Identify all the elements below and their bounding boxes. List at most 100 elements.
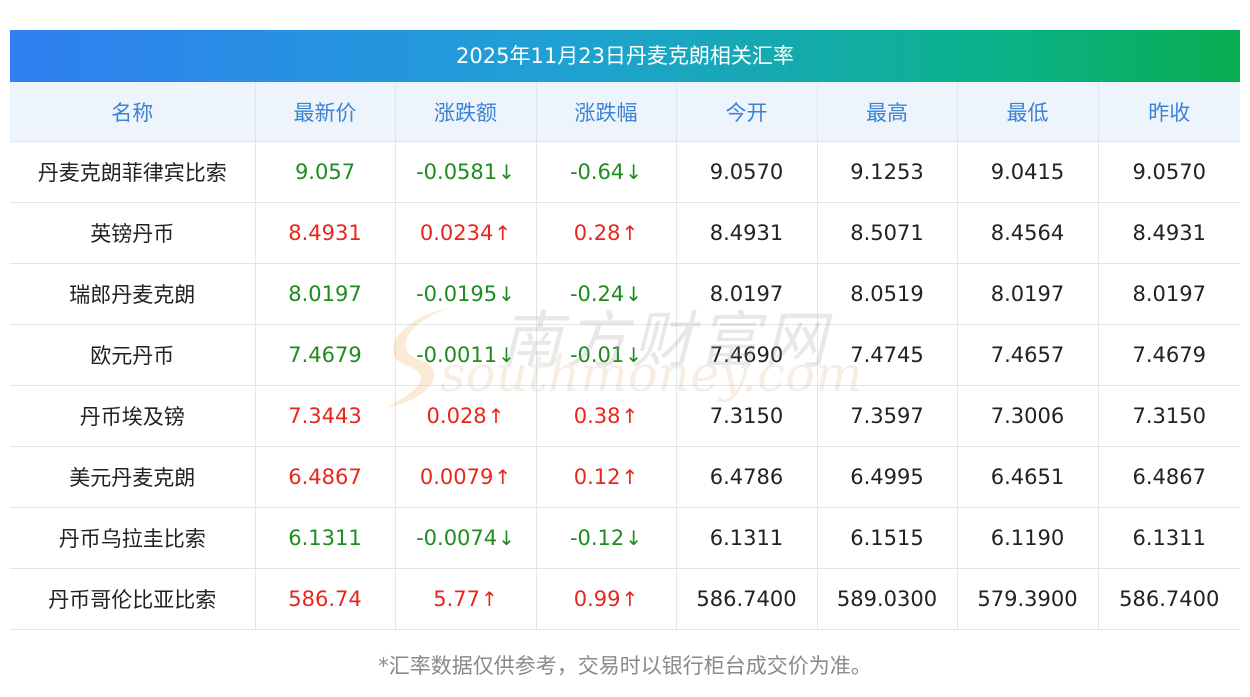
cell-low-value: 6.1190 — [990, 526, 1065, 550]
cell-change-pct: -0.24↓ — [536, 263, 677, 325]
cell-high-value: 9.1253 — [850, 160, 924, 184]
cell-latest-value: 7.3443 — [288, 404, 362, 428]
cell-change: -0.0074↓ — [395, 507, 537, 569]
cell-change-pct-value: 0.12 — [573, 465, 621, 489]
cell-prev-close-value: 6.1311 — [1132, 526, 1206, 550]
cell-low: 7.3006 — [957, 385, 1099, 447]
cell-name: 欧元丹币 — [10, 324, 256, 386]
cell-name: 丹麦克朗菲律宾比索 — [10, 141, 256, 203]
cell-low-value: 8.4564 — [990, 221, 1065, 245]
cell-name-value: 丹币乌拉圭比索 — [58, 527, 206, 551]
column-header-low: 最低 — [957, 82, 1099, 142]
cell-change-value: 0.028 — [426, 404, 487, 428]
cell-latest-value: 6.4867 — [288, 465, 362, 489]
cell-change-pct-value: -0.01 — [569, 343, 625, 367]
cell-name: 瑞郎丹麦克朗 — [10, 263, 256, 325]
cell-low-value: 579.3900 — [977, 587, 1078, 611]
cell-change: -0.0195↓ — [395, 263, 537, 325]
cell-prev-close-value: 8.0197 — [1132, 282, 1206, 306]
cell-prev-close-value: 8.4931 — [1132, 221, 1206, 245]
cell-change-value: 0.0079 — [419, 465, 494, 489]
cell-high-value: 7.3597 — [850, 404, 924, 428]
table-row: 丹麦克朗菲律宾比索 9.057 -0.0581↓ -0.64↓ 9.0570 9.1253… — [10, 141, 1240, 203]
cell-open: 8.0197 — [676, 263, 818, 325]
cell-name-value: 美元丹麦克朗 — [69, 466, 196, 490]
cell-change-pct-value: 0.38 — [573, 404, 621, 428]
arrow-up-icon: ↑ — [481, 587, 498, 611]
cell-change: -0.0011↓ — [395, 324, 537, 386]
arrow-up-icon: ↑ — [621, 221, 639, 245]
cell-low: 579.3900 — [957, 568, 1099, 630]
cell-open-value: 6.1311 — [709, 526, 784, 550]
cell-low-value: 7.3006 — [990, 404, 1065, 428]
cell-high: 7.4745 — [817, 324, 958, 386]
cell-change-pct: -0.01↓ — [536, 324, 677, 386]
cell-prev-close: 7.4679 — [1098, 324, 1240, 386]
cell-low: 7.4657 — [957, 324, 1099, 386]
cell-prev-close: 7.3150 — [1098, 385, 1240, 447]
disclaimer-note: *汇率数据仅供参考，交易时以银行柜台成交价为准。 — [378, 654, 872, 678]
cell-open-value: 7.4690 — [709, 343, 784, 367]
cell-name: 美元丹麦克朗 — [10, 446, 256, 508]
cell-low-value: 7.4657 — [990, 343, 1065, 367]
cell-prev-close: 8.4931 — [1098, 202, 1240, 264]
cell-prev-close: 586.7400 — [1098, 568, 1240, 630]
cell-change: 0.028↑ — [395, 385, 537, 447]
arrow-down-icon: ↓ — [498, 160, 515, 184]
cell-name: 丹币埃及镑 — [10, 385, 256, 447]
cell-change-pct-value: 0.99 — [573, 587, 621, 611]
cell-change-pct: -0.12↓ — [536, 507, 677, 569]
column-header-latest: 最新价 — [255, 82, 396, 142]
cell-change-value: -0.0011 — [416, 343, 498, 367]
table-row: 丹币哥伦比亚比索 586.74 5.77↑ 0.99↑ 586.7400 589.0300… — [10, 568, 1240, 630]
cell-prev-close-value: 586.7400 — [1119, 587, 1220, 611]
cell-high: 6.1515 — [817, 507, 958, 569]
cell-latest: 8.4931 — [255, 202, 396, 264]
cell-high-value: 589.0300 — [836, 587, 938, 611]
cell-latest-value: 586.74 — [288, 587, 362, 611]
cell-high-value: 7.4745 — [850, 343, 924, 367]
cell-open-value: 7.3150 — [709, 404, 784, 428]
cell-change-value: -0.0581 — [416, 160, 498, 184]
cell-low-value: 9.0415 — [990, 160, 1065, 184]
cell-open: 586.7400 — [676, 568, 818, 630]
cell-name: 丹币乌拉圭比索 — [10, 507, 256, 569]
cell-name-value: 丹币埃及镑 — [79, 405, 185, 429]
header-row: 名称 最新价 涨跌额 涨跌幅 今开 最高 最低 昨收 — [10, 82, 1240, 142]
arrow-down-icon: ↓ — [498, 526, 515, 550]
cell-latest: 6.1311 — [255, 507, 396, 569]
table-row: 美元丹麦克朗 6.4867 0.0079↑ 0.12↑ 6.4786 6.4995 6.46… — [10, 446, 1240, 508]
arrow-up-icon: ↑ — [621, 404, 639, 428]
arrow-down-icon: ↓ — [625, 282, 643, 306]
cell-change: 0.0079↑ — [395, 446, 537, 508]
cell-low: 6.1190 — [957, 507, 1099, 569]
cell-open-value: 9.0570 — [709, 160, 784, 184]
cell-change-pct-value: -0.24 — [569, 282, 625, 306]
cell-high: 7.3597 — [817, 385, 958, 447]
column-header-change: 涨跌额 — [395, 82, 537, 142]
cell-latest-value: 6.1311 — [288, 526, 362, 550]
column-header-name: 名称 — [10, 82, 256, 142]
cell-latest: 8.0197 — [255, 263, 396, 325]
arrow-up-icon: ↑ — [487, 404, 505, 428]
arrow-up-icon: ↑ — [621, 465, 639, 489]
table-row: 英镑丹币 8.4931 0.0234↑ 0.28↑ 8.4931 8.5071 8.4564… — [10, 202, 1240, 264]
rates-panel: 2025年11月23日丹麦克朗相关汇率 名称 最新价 涨跌额 涨跌幅 今开 最高… — [10, 30, 1240, 630]
cell-change-pct-value: -0.64 — [569, 160, 625, 184]
cell-open: 6.4786 — [676, 446, 818, 508]
cell-change: -0.0581↓ — [395, 141, 537, 203]
table-row: 瑞郎丹麦克朗 8.0197 -0.0195↓ -0.24↓ 8.0197 8.0519 8.… — [10, 263, 1240, 325]
cell-open-value: 586.7400 — [696, 587, 797, 611]
cell-change-value: 0.0234 — [419, 221, 494, 245]
cell-change-pct: 0.28↑ — [536, 202, 677, 264]
cell-prev-close-value: 9.0570 — [1132, 160, 1206, 184]
cell-name-value: 英镑丹币 — [90, 222, 175, 246]
cell-name-value: 欧元丹币 — [90, 344, 175, 368]
cell-low: 8.0197 — [957, 263, 1099, 325]
column-header-change-pct: 涨跌幅 — [536, 82, 677, 142]
arrow-down-icon: ↓ — [625, 160, 643, 184]
cell-open-value: 6.4786 — [709, 465, 784, 489]
cell-latest: 6.4867 — [255, 446, 396, 508]
cell-change: 5.77↑ — [395, 568, 537, 630]
cell-change: 0.0234↑ — [395, 202, 537, 264]
